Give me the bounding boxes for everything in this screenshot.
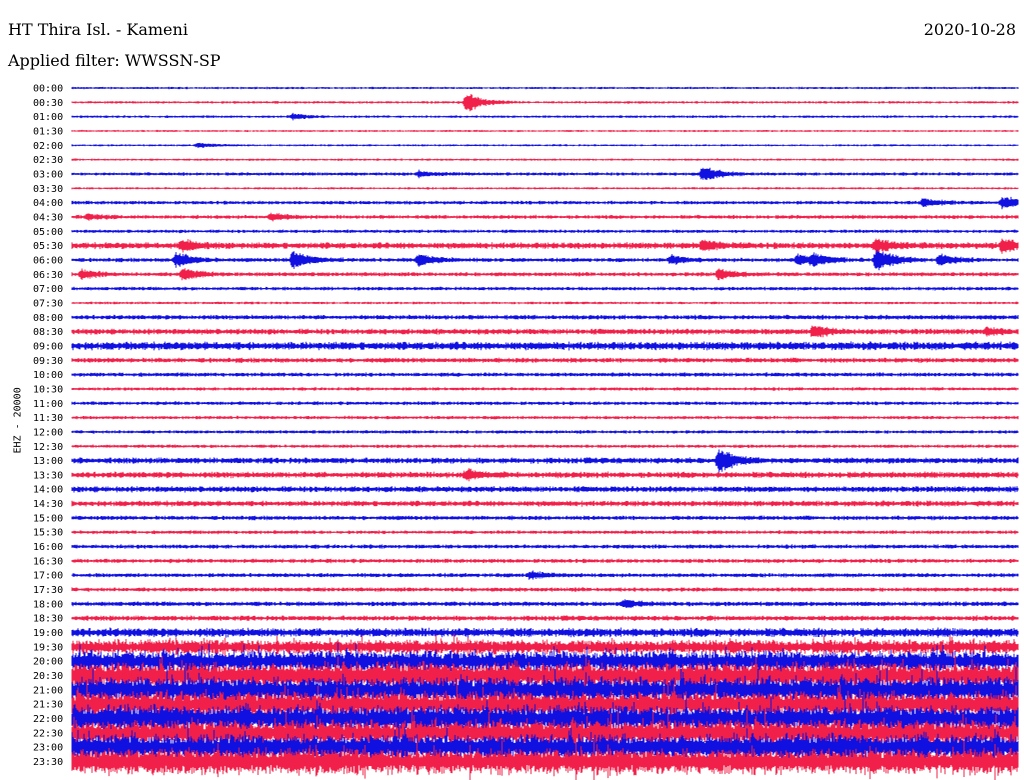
row-label: 04:00 <box>33 198 63 209</box>
trace-line-1500 <box>71 515 1019 521</box>
trace-line-0830 <box>71 325 1019 338</box>
trace-line-1300 <box>71 449 1019 473</box>
row-label: 11:30 <box>33 413 63 424</box>
trace-line-0330 <box>71 187 1019 190</box>
row-label: 12:30 <box>33 442 63 453</box>
row-label: 18:00 <box>33 599 63 610</box>
row-label: 16:30 <box>33 556 63 567</box>
row-label: 21:30 <box>33 700 63 711</box>
trace-line-0430 <box>71 212 1019 222</box>
trace-line-1530 <box>71 530 1019 535</box>
trace-line-0300 <box>71 167 1019 180</box>
trace-line-0030 <box>71 94 1019 112</box>
row-label: 00:30 <box>33 98 63 109</box>
row-label: 14:00 <box>33 485 63 496</box>
row-label: 06:30 <box>33 270 63 281</box>
row-label: 02:00 <box>33 141 63 152</box>
row-label: 17:00 <box>33 571 63 582</box>
row-label: 12:00 <box>33 427 63 438</box>
row-label: 07:00 <box>33 284 63 295</box>
trace-line-1600 <box>71 544 1019 549</box>
row-label: 15:00 <box>33 513 63 524</box>
trace-line-0730 <box>71 301 1019 305</box>
row-label: 22:30 <box>33 728 63 739</box>
trace-line-0230 <box>71 158 1019 161</box>
trace-line-1330 <box>71 468 1019 482</box>
row-label: 04:30 <box>33 212 63 223</box>
row-label: 02:30 <box>33 155 63 166</box>
row-label: 06:00 <box>33 255 63 266</box>
row-label: 01:00 <box>33 112 63 123</box>
trace-line-1030 <box>71 387 1019 391</box>
row-label: 05:30 <box>33 241 63 252</box>
row-label: 08:30 <box>33 327 63 338</box>
row-label: 00:00 <box>33 84 63 95</box>
trace-group <box>71 86 1019 780</box>
trace-line-1430 <box>71 500 1019 507</box>
trace-line-1700 <box>71 570 1019 580</box>
trace-line-1730 <box>71 587 1019 592</box>
trace-line-1100 <box>71 401 1019 406</box>
row-label: 10:30 <box>33 384 63 395</box>
row-label: 17:30 <box>33 585 63 596</box>
row-label: 20:30 <box>33 671 63 682</box>
row-label: 03:00 <box>33 169 63 180</box>
row-label-group: 00:00 00:30 01:00 01:30 02:00 02:30 03:00 03:30… <box>33 84 63 769</box>
trace-line-0630 <box>71 268 1019 281</box>
row-label: 16:00 <box>33 542 63 553</box>
row-label: 21:00 <box>33 685 63 696</box>
trace-line-1800 <box>71 599 1019 608</box>
row-label: 10:00 <box>33 370 63 381</box>
trace-line-1230 <box>71 444 1019 449</box>
trace-line-1830 <box>71 615 1019 621</box>
row-label: 03:30 <box>33 184 63 195</box>
row-label: 01:30 <box>33 126 63 137</box>
row-label: 13:30 <box>33 470 63 481</box>
trace-line-1000 <box>71 372 1019 377</box>
trace-line-0500 <box>71 229 1019 234</box>
row-label: 19:30 <box>33 642 63 653</box>
row-label: 11:00 <box>33 399 63 410</box>
row-label: 09:00 <box>33 341 63 352</box>
trace-line-0800 <box>71 314 1019 320</box>
row-label: 19:00 <box>33 628 63 639</box>
trace-line-1200 <box>71 430 1019 434</box>
trace-line-0400 <box>71 196 1019 210</box>
row-label: 20:00 <box>33 657 63 668</box>
trace-line-1400 <box>71 486 1019 493</box>
row-label: 14:30 <box>33 499 63 510</box>
row-label: 13:00 <box>33 456 63 467</box>
row-label: 22:00 <box>33 714 63 725</box>
trace-line-0200 <box>71 142 1019 148</box>
row-label: 15:30 <box>33 528 63 539</box>
trace-line-1630 <box>71 558 1019 564</box>
trace-line-1130 <box>71 415 1019 420</box>
trace-line-0000 <box>71 86 1019 90</box>
helicorder-plot: 00:00 00:30 01:00 01:30 02:00 02:30 03:00 03:30… <box>33 84 1019 780</box>
trace-line-0100 <box>71 112 1019 121</box>
row-label: 23:00 <box>33 743 63 754</box>
trace-line-0600 <box>71 249 1019 271</box>
trace-line-0130 <box>71 129 1019 133</box>
row-label: 09:30 <box>33 356 63 367</box>
row-label: 18:30 <box>33 614 63 625</box>
trace-line-0700 <box>71 286 1019 291</box>
trace-line-0930 <box>71 357 1019 363</box>
row-label: 07:30 <box>33 298 63 309</box>
row-label: 05:00 <box>33 227 63 238</box>
trace-line-0530 <box>71 238 1019 255</box>
trace-line-1900 <box>71 627 1019 638</box>
trace-line-0900 <box>71 341 1019 351</box>
row-label: 08:00 <box>33 313 63 324</box>
row-label: 23:30 <box>33 757 63 768</box>
